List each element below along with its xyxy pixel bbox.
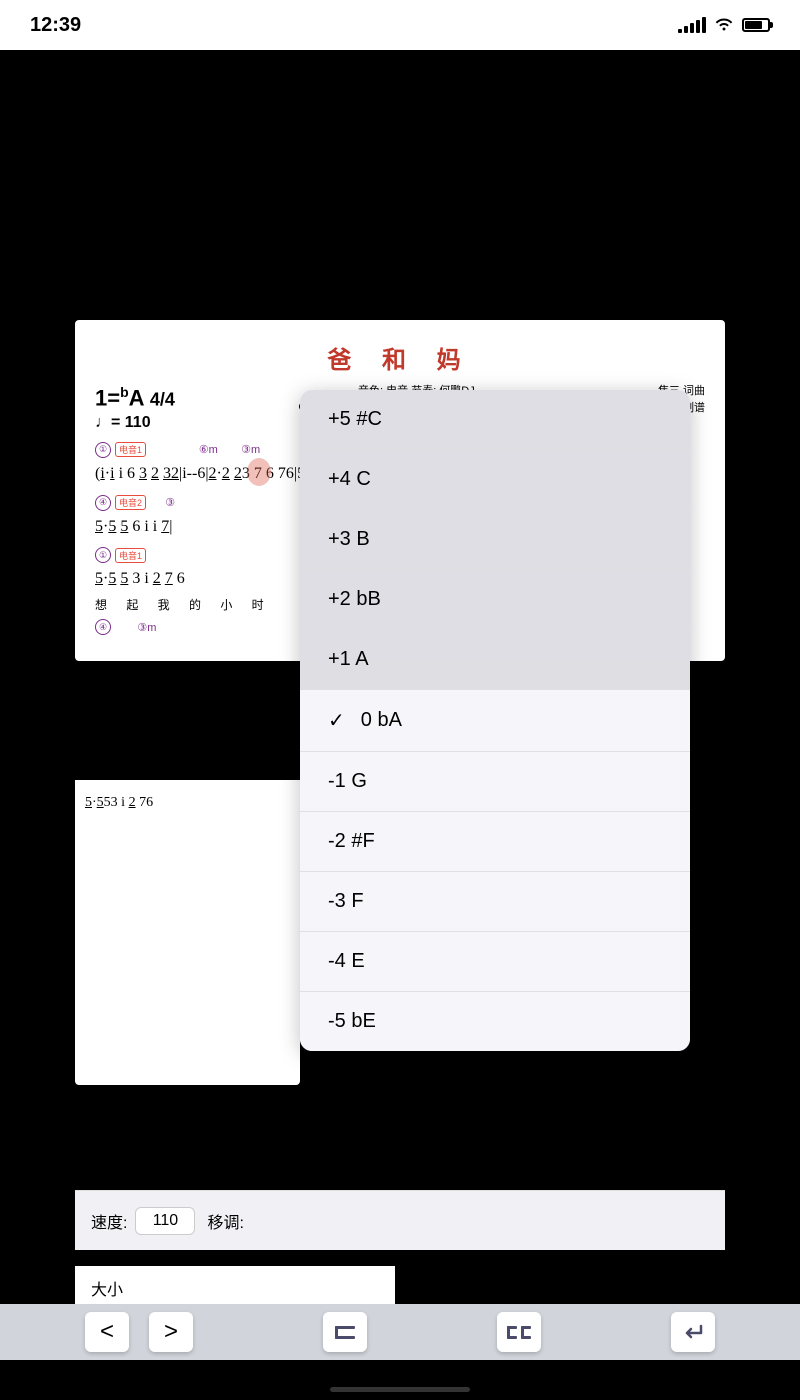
- status-bar: 12:39: [0, 0, 800, 50]
- dropdown-item-label-6: -1 G: [328, 770, 367, 793]
- black-right-mid: [725, 780, 800, 1130]
- bracket-icon-1: [333, 1322, 357, 1342]
- dropdown-item-10[interactable]: -5 bE: [300, 992, 690, 1051]
- insert-button-2[interactable]: [497, 1312, 541, 1352]
- transpose-dropdown: +5 #C +4 C +3 B +2 bB +1 A ✓ 0 bA -1 G -…: [300, 390, 690, 1051]
- wifi-icon: [714, 15, 734, 36]
- prev-button[interactable]: <: [85, 1312, 129, 1352]
- instrument-badge-3: 电音1: [115, 548, 146, 563]
- dropdown-item-5[interactable]: ✓ 0 bA: [300, 690, 690, 752]
- chord-3m-2: ③m: [137, 621, 156, 634]
- dropdown-item-label-1: +4 C: [328, 468, 371, 491]
- dropdown-item-4[interactable]: +1 A: [300, 630, 690, 690]
- battery-icon: [742, 18, 770, 32]
- dropdown-item-6[interactable]: -1 G: [300, 752, 690, 812]
- note-highlight: [247, 458, 271, 486]
- chord-3-2: ③: [165, 496, 175, 509]
- home-indicator: [330, 1387, 470, 1392]
- dropdown-item-0[interactable]: +5 #C: [300, 390, 690, 450]
- prev-icon: <: [100, 1318, 114, 1346]
- dropdown-item-label-0: +5 #C: [328, 408, 382, 431]
- chord-6m: ⑥m: [199, 443, 218, 456]
- tempo: ♩= 110: [95, 413, 175, 434]
- dropdown-item-9[interactable]: -4 E: [300, 932, 690, 992]
- transpose-section: 移调:: [207, 1209, 243, 1233]
- transpose-label: 移调:: [207, 1209, 243, 1233]
- keyboard-toolbar: < >: [0, 1304, 800, 1360]
- size-label: 大小: [91, 1276, 379, 1300]
- chord-3m: ③m: [241, 443, 260, 456]
- dropdown-check: ✓: [328, 708, 345, 733]
- score-sheet-lower: 5·553 i 2 76: [75, 780, 300, 1085]
- score-title: 爸 和 妈: [95, 340, 705, 375]
- speed-section: 速度:: [91, 1207, 195, 1235]
- black-background-bottom: [0, 1080, 800, 1150]
- chord-circle-4b: ④: [95, 619, 111, 635]
- instrument-badge-1: 电音1: [115, 442, 146, 457]
- enter-icon: [681, 1322, 705, 1342]
- dropdown-item-8[interactable]: -3 F: [300, 872, 690, 932]
- dropdown-item-label-8: -3 F: [328, 890, 364, 913]
- dropdown-item-label-9: -4 E: [328, 950, 365, 973]
- status-icons: [678, 15, 770, 36]
- dropdown-item-label-5: 0 bA: [361, 709, 402, 732]
- dropdown-item-1[interactable]: +4 C: [300, 450, 690, 510]
- dropdown-item-label-10: -5 bE: [328, 1010, 376, 1033]
- next-button[interactable]: >: [149, 1312, 193, 1352]
- bracket-icon-2: [505, 1322, 533, 1342]
- dropdown-item-3[interactable]: +2 bB: [300, 570, 690, 630]
- dropdown-item-label-3: +2 bB: [328, 588, 381, 611]
- dropdown-item-label-4: +1 A: [328, 648, 369, 671]
- chord-circle-1b: ①: [95, 547, 111, 563]
- dropdown-item-2[interactable]: +3 B: [300, 510, 690, 570]
- key-signature: 1=bA 4/4: [95, 383, 175, 413]
- bottom-toolbar: 速度: 移调:: [75, 1190, 725, 1250]
- enter-button[interactable]: [671, 1312, 715, 1352]
- dropdown-item-label-7: -2 #F: [328, 830, 375, 853]
- instrument-badge-2: 电音2: [115, 495, 146, 510]
- dropdown-item-label-2: +3 B: [328, 528, 370, 551]
- nav-buttons: < >: [85, 1312, 193, 1352]
- speed-label: 速度:: [91, 1209, 127, 1233]
- next-icon: >: [164, 1318, 178, 1346]
- signal-icon: [678, 17, 706, 33]
- insert-button-1[interactable]: [323, 1312, 367, 1352]
- lower-notation: 5·553 i 2 76: [85, 790, 290, 815]
- black-left-mid: [0, 780, 75, 1130]
- key-tempo: 1=bA 4/4 ♩= 110: [95, 383, 175, 434]
- dropdown-item-7[interactable]: -2 #F: [300, 812, 690, 872]
- chord-circle-4: ④: [95, 495, 111, 511]
- chord-circle-1: ①: [95, 442, 111, 458]
- speed-input[interactable]: [135, 1207, 195, 1235]
- status-time: 12:39: [30, 14, 81, 37]
